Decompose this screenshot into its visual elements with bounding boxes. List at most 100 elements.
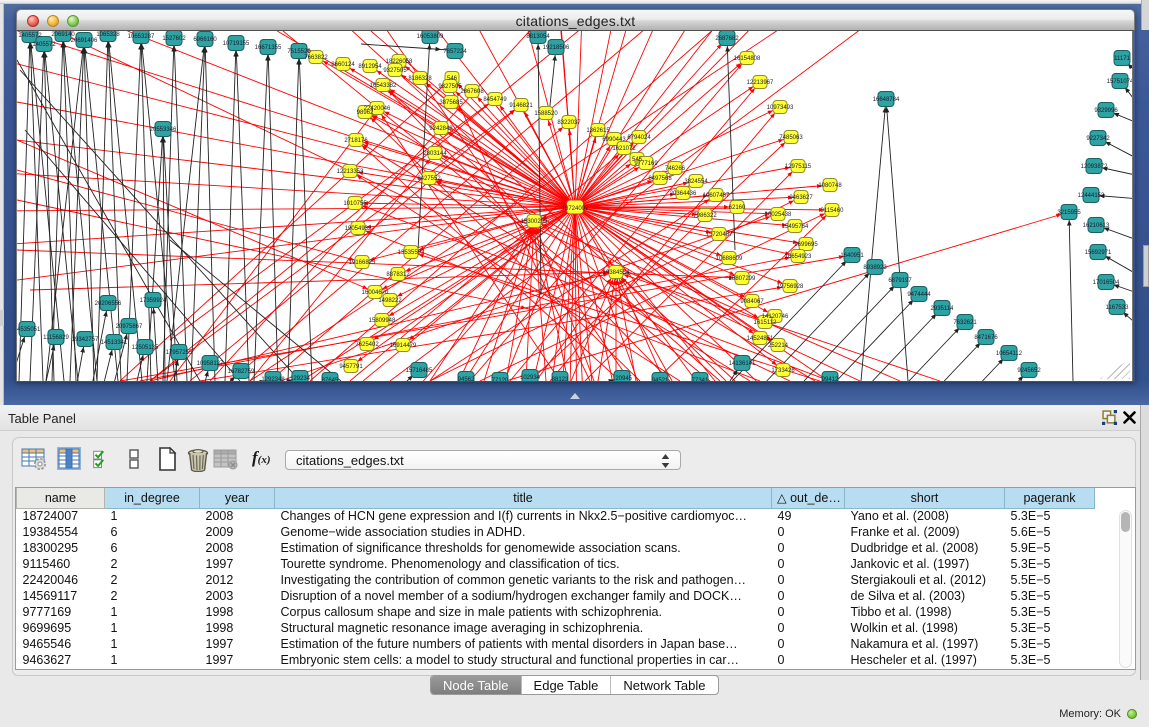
svg-text:6497568: 6497568 (648, 176, 672, 182)
svg-text:94521: 94521 (652, 378, 669, 381)
svg-text:8938923: 8938923 (863, 265, 887, 271)
svg-text:18807299: 18807299 (729, 276, 756, 282)
svg-text:19054932: 19054932 (345, 226, 372, 232)
svg-text:3875685: 3875685 (439, 100, 463, 106)
svg-text:12213353: 12213353 (337, 169, 364, 175)
svg-text:62160: 62160 (729, 205, 746, 211)
svg-text:15751074: 15751074 (1107, 79, 1133, 85)
svg-text:15720407: 15720407 (706, 232, 733, 238)
svg-text:8471676: 8471676 (974, 335, 998, 341)
svg-text:1405572: 1405572 (18, 33, 42, 39)
svg-text:9242848: 9242848 (429, 126, 453, 132)
svg-text:87645: 87645 (322, 378, 339, 381)
svg-text:18724007: 18724007 (562, 206, 589, 212)
svg-text:20975867: 20975867 (116, 324, 143, 330)
svg-text:8660124: 8660124 (331, 62, 355, 68)
svg-text:9245652: 9245652 (1017, 368, 1041, 374)
svg-text:10025438: 10025438 (765, 212, 792, 218)
svg-text:99412: 99412 (822, 377, 839, 381)
svg-text:1405572: 1405572 (32, 42, 56, 48)
svg-text:19218506: 19218506 (543, 45, 570, 51)
svg-text:6794024: 6794024 (627, 135, 651, 141)
svg-text:16053809: 16053809 (417, 34, 444, 40)
svg-text:7625402: 7625402 (355, 342, 379, 348)
svg-text:14513341: 14513341 (101, 340, 128, 346)
svg-text:1292348: 1292348 (261, 377, 285, 381)
svg-text:7485063: 7485063 (779, 135, 803, 141)
svg-text:3824554: 3824554 (684, 179, 708, 185)
svg-text:1621072: 1621072 (612, 146, 636, 152)
svg-text:10688609: 10688609 (716, 256, 743, 262)
svg-text:546: 546 (447, 76, 458, 82)
svg-text:12444153: 12444153 (1078, 193, 1105, 199)
svg-text:16648784: 16648784 (873, 97, 900, 103)
svg-text:19166825: 19166825 (349, 260, 376, 266)
svg-text:15809948: 15809948 (369, 318, 396, 324)
svg-text:6879197: 6879197 (888, 278, 912, 284)
svg-text:16543382: 16543382 (370, 83, 397, 89)
svg-text:8427552: 8427552 (417, 176, 441, 182)
svg-text:10958127: 10958127 (197, 361, 224, 367)
svg-text:12505135: 12505135 (132, 345, 159, 351)
svg-text:7986322: 7986322 (693, 213, 717, 219)
svg-text:14136141: 14136141 (729, 361, 756, 367)
svg-text:8878312: 8878312 (386, 272, 410, 278)
svg-text:98962: 98962 (357, 110, 374, 116)
svg-text:19342757: 19342757 (72, 337, 99, 343)
svg-text:8322037: 8322037 (557, 120, 581, 126)
svg-text:17016504: 17016504 (1093, 280, 1120, 286)
svg-text:9227342: 9227342 (1086, 136, 1110, 142)
svg-text:10653287: 10653287 (128, 34, 155, 40)
svg-text:8912954: 8912954 (358, 64, 382, 70)
svg-text:9327505: 9327505 (383, 68, 407, 74)
svg-text:10654112: 10654112 (996, 351, 1023, 357)
svg-text:6990443: 6990443 (602, 137, 626, 143)
svg-text:9327505: 9327505 (438, 84, 462, 90)
svg-text:1733426: 1733426 (771, 368, 795, 374)
svg-text:13535593: 13535593 (398, 250, 425, 256)
svg-text:77120: 77120 (492, 378, 509, 381)
svg-text:2687682: 2687682 (715, 36, 739, 42)
svg-text:1588520: 1588520 (534, 111, 558, 117)
svg-text:1080748: 1080748 (818, 183, 842, 189)
svg-text:77341: 77341 (692, 378, 709, 381)
svg-text:1527602: 1527602 (162, 36, 186, 42)
svg-text:14535051: 14535051 (17, 327, 41, 333)
svg-text:20691406: 20691406 (71, 38, 98, 44)
svg-text:88123: 88123 (552, 377, 569, 381)
svg-text:18226058: 18226058 (386, 59, 413, 65)
svg-text:1640951: 1640951 (840, 253, 864, 259)
svg-text:2935114: 2935114 (931, 306, 955, 312)
svg-text:16004670: 16004670 (362, 290, 389, 296)
svg-text:19756928: 19756928 (777, 284, 804, 290)
svg-text:7663822: 7663822 (304, 55, 328, 61)
svg-text:9463627: 9463627 (789, 195, 813, 201)
svg-text:7632621: 7632621 (953, 320, 977, 326)
svg-text:7857224: 7857224 (443, 49, 467, 55)
svg-text:2718176: 2718176 (344, 138, 368, 144)
svg-text:9474444: 9474444 (907, 292, 931, 298)
svg-text:12975115: 12975115 (785, 164, 812, 170)
svg-text:16782759: 16782759 (228, 369, 255, 375)
svg-text:8813054: 8813054 (526, 34, 550, 40)
svg-text:10973493: 10973493 (767, 105, 794, 111)
svg-text:15495764: 15495764 (782, 224, 809, 230)
svg-text:16210613: 16210613 (1083, 223, 1110, 229)
svg-text:1498222: 1498222 (378, 298, 402, 304)
svg-text:102934: 102934 (520, 375, 541, 381)
svg-text:120945: 120945 (612, 376, 633, 381)
svg-text:129234: 129234 (290, 376, 311, 381)
svg-text:1362615: 1362615 (586, 128, 610, 134)
svg-text:10719155: 10719155 (223, 41, 250, 47)
svg-text:15692971: 15692971 (1085, 250, 1112, 256)
svg-text:16154808: 16154808 (734, 56, 761, 62)
svg-text:6966160: 6966160 (193, 37, 217, 43)
svg-text:20364436: 20364436 (670, 191, 697, 197)
svg-text:20206556: 20206556 (95, 301, 122, 307)
svg-text:9699695: 9699695 (794, 242, 818, 248)
svg-text:8454749: 8454749 (483, 97, 507, 103)
svg-text:10607487: 10607487 (703, 193, 730, 199)
svg-text:15300295: 15300295 (521, 219, 548, 225)
svg-text:1065328: 1065328 (96, 32, 120, 38)
svg-text:9084067: 9084067 (740, 299, 764, 305)
